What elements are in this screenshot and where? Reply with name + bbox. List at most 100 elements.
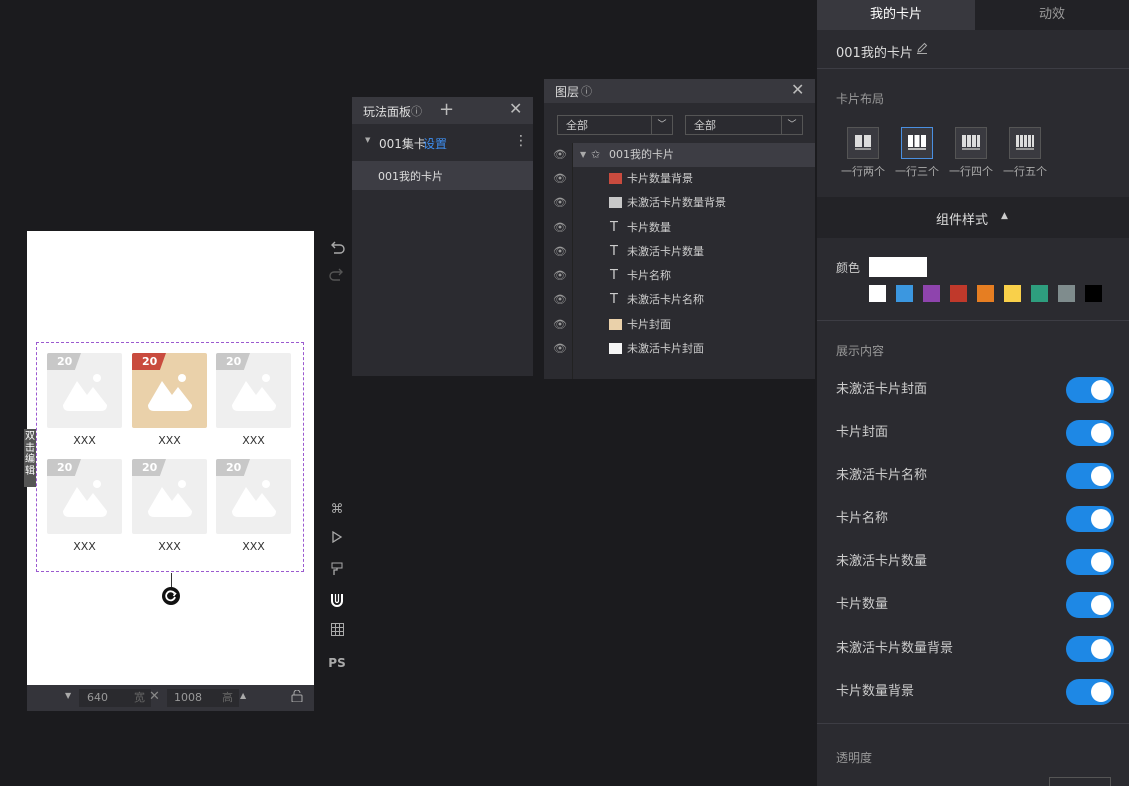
eye-icon[interactable]: 👁	[553, 288, 567, 312]
layout-four-per-row-button[interactable]	[955, 127, 987, 159]
color-swatch-yellow[interactable]	[1004, 285, 1021, 302]
eye-icon[interactable]: 👁	[553, 240, 567, 264]
style-section-header[interactable]: 组件样式 ▲	[817, 197, 1129, 238]
toggle-switch[interactable]	[1066, 592, 1114, 618]
command-icon[interactable]: ⌘	[328, 501, 346, 519]
opacity-input[interactable]	[1049, 777, 1111, 786]
eye-icon[interactable]: 👁	[553, 167, 567, 191]
group-settings-link[interactable]: 设置	[423, 135, 447, 152]
layer-name: 卡片数量	[627, 221, 671, 234]
eye-icon[interactable]: 👁	[553, 143, 567, 167]
lock-icon[interactable]	[291, 689, 303, 705]
eye-icon[interactable]: 👁	[553, 264, 567, 288]
layout-five-per-row-button[interactable]	[1009, 127, 1041, 159]
card-1[interactable]: 20	[47, 353, 122, 428]
preview-play-icon[interactable]	[328, 530, 346, 549]
card-badge: 20	[132, 353, 166, 370]
close-icon[interactable]: ✕	[791, 80, 804, 99]
info-icon[interactable]: ⓘ	[411, 103, 422, 119]
color-swatch-blue[interactable]	[896, 285, 913, 302]
canvas-width-input[interactable]: 640 宽	[79, 689, 151, 707]
toggle-label: 未激活卡片数量背景	[836, 641, 954, 656]
image-placeholder-icon	[232, 374, 276, 411]
chevron-down-icon: ﹀	[781, 116, 802, 134]
color-swatch-green[interactable]	[1031, 285, 1048, 302]
edit-pencil-icon[interactable]	[916, 42, 928, 57]
size-dropdown-icon[interactable]: ▼	[65, 691, 71, 700]
redo-icon[interactable]	[328, 268, 346, 286]
color-swatch-black[interactable]	[1085, 285, 1102, 302]
color-label: 颜色	[836, 261, 861, 275]
size-up-icon[interactable]: ▲	[240, 691, 246, 700]
undo-icon[interactable]	[328, 241, 346, 259]
toggle-switch[interactable]	[1066, 506, 1114, 532]
toggle-switch[interactable]	[1066, 636, 1114, 662]
layout-three-per-row-button[interactable]	[901, 127, 933, 159]
layers-panel: 图层 ⓘ ✕ 全部 ﹀ 全部 ﹀ 👁 ▼ ✩ 001我的卡片 👁 卡片数量背景 …	[544, 79, 815, 379]
layer-row[interactable]: 👁 卡片数量背景	[544, 167, 815, 191]
info-icon[interactable]: ⓘ	[581, 83, 592, 99]
toggle-label: 未激活卡片封面	[836, 382, 928, 397]
tab-animation[interactable]: 动效	[975, 0, 1129, 30]
more-vertical-icon[interactable]: ⋮	[514, 133, 528, 149]
eye-icon[interactable]: 👁	[553, 191, 567, 215]
layer-row[interactable]: 👁 未激活卡片数量背景	[544, 191, 815, 215]
toggle-switch[interactable]	[1066, 679, 1114, 705]
layer-row[interactable]: 👁 T 卡片数量	[544, 216, 815, 240]
color-swatch-white[interactable]	[869, 285, 886, 302]
rotate-handle-icon[interactable]	[162, 587, 180, 605]
card-2[interactable]: 20	[132, 353, 207, 428]
card-label: XXX	[73, 540, 96, 553]
color-swatch-gray[interactable]	[1058, 285, 1075, 302]
expand-triangle-icon[interactable]: ▼	[580, 143, 586, 167]
filter-2-value: 全部	[694, 119, 716, 132]
color-swatch-purple[interactable]	[923, 285, 940, 302]
toggle-row: 卡片数量	[836, 592, 1114, 618]
color-swatch-red[interactable]	[950, 285, 967, 302]
eye-icon[interactable]: 👁	[553, 313, 567, 337]
layer-filter-select-1[interactable]: 全部 ﹀	[557, 115, 673, 135]
card-5[interactable]: 20	[132, 459, 207, 534]
collapse-up-icon[interactable]: ▲	[1001, 211, 1008, 221]
text-icon: T	[610, 268, 618, 283]
toggle-switch[interactable]	[1066, 549, 1114, 575]
current-color-swatch[interactable]	[869, 257, 927, 277]
play-item-label: 001我的卡片	[378, 170, 443, 183]
card-6[interactable]: 20	[216, 459, 291, 534]
filter-1-value: 全部	[566, 119, 588, 132]
tab-my-card[interactable]: 我的卡片	[817, 0, 975, 30]
card-4[interactable]: 20	[47, 459, 122, 534]
layer-row[interactable]: 👁 T 未激活卡片名称	[544, 288, 815, 312]
layer-filter-select-2[interactable]: 全部 ﹀	[685, 115, 803, 135]
double-click-edit-tab[interactable]: 双击编辑	[24, 429, 36, 487]
layer-row[interactable]: 👁 卡片封面	[544, 313, 815, 337]
magnet-icon[interactable]	[328, 593, 346, 611]
format-painter-icon[interactable]	[328, 562, 346, 580]
color-swatch-orange[interactable]	[977, 285, 994, 302]
layer-row[interactable]: 👁 T 卡片名称	[544, 264, 815, 288]
canvas-height-input[interactable]: 1008 高	[167, 689, 239, 707]
layer-row[interactable]: 👁 未激活卡片封面	[544, 337, 815, 361]
card-3[interactable]: 20	[216, 353, 291, 428]
add-icon[interactable]: +	[439, 99, 454, 120]
layer-row[interactable]: 👁 T 未激活卡片数量	[544, 240, 815, 264]
toggle-switch[interactable]	[1066, 377, 1114, 403]
ps-import-button[interactable]: PS	[328, 654, 346, 672]
play-group-row[interactable]: ▼ 001集卡 设置 ⋮	[352, 132, 533, 154]
layout-two-per-row-button[interactable]	[847, 127, 879, 159]
grid-icon[interactable]	[328, 623, 346, 641]
toggle-switch[interactable]	[1066, 420, 1114, 446]
rotate-handle-line	[171, 573, 172, 587]
toggle-switch[interactable]	[1066, 463, 1114, 489]
close-icon[interactable]: ✕	[509, 99, 522, 118]
layer-name: 卡片封面	[627, 318, 671, 331]
swap-dimensions-icon[interactable]: ✕	[149, 689, 160, 704]
expand-triangle-icon[interactable]: ▼	[365, 136, 370, 144]
eye-icon[interactable]: 👁	[553, 216, 567, 240]
toggle-row: 未激活卡片封面	[836, 377, 1114, 403]
eye-icon[interactable]: 👁	[553, 337, 567, 361]
toggle-row: 未激活卡片数量背景	[836, 636, 1114, 662]
play-item-row[interactable]: 001我的卡片	[352, 161, 533, 190]
layer-row-root[interactable]: 👁 ▼ ✩ 001我的卡片	[544, 143, 815, 167]
divider	[817, 320, 1129, 321]
